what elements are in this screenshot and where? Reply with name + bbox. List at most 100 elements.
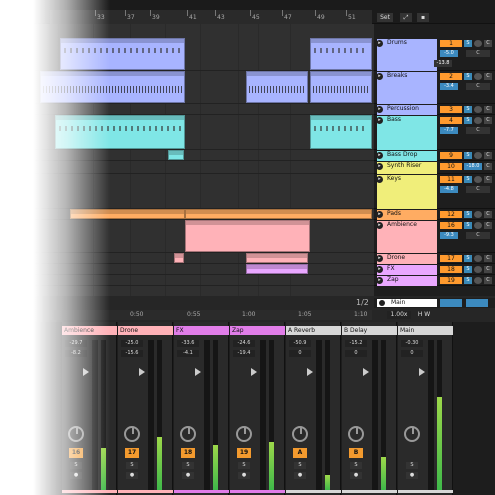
track-volume[interactable]: -9.3 <box>440 232 458 239</box>
track-header[interactable]: Ambience ▸ 16 S C -9.3 C <box>374 220 495 253</box>
volume-fader[interactable] <box>316 340 322 490</box>
monitor-button[interactable]: C <box>484 163 492 170</box>
pan-knob[interactable] <box>236 426 252 442</box>
monitor-button[interactable]: C <box>484 277 492 284</box>
track-header[interactable]: Bass ▸ 4 S C -7.7 C <box>374 115 495 150</box>
volume-fader[interactable] <box>204 340 210 490</box>
fold-icon[interactable]: ▸ <box>376 73 383 80</box>
track-header[interactable]: FX ▸ 18 S C <box>374 264 495 275</box>
track-header[interactable]: Pads ▸ 12 S C <box>374 209 495 220</box>
clip[interactable] <box>40 71 185 103</box>
track-number[interactable]: 12 <box>440 211 462 218</box>
pan-knob[interactable] <box>180 426 196 442</box>
fold-icon[interactable]: ▸ <box>376 106 383 113</box>
fold-icon[interactable]: ▸ <box>376 117 383 124</box>
monitor-button[interactable]: C <box>484 106 492 113</box>
monitor-button[interactable]: C <box>484 117 492 124</box>
track-name[interactable]: Percussion <box>377 105 437 115</box>
solo-button[interactable]: S <box>182 462 194 469</box>
monitor-button[interactable]: C <box>484 152 492 159</box>
main-track-row[interactable]: Main <box>374 298 495 308</box>
solo-button[interactable]: S <box>464 40 472 47</box>
solo-button[interactable]: S <box>350 462 362 469</box>
track-number[interactable]: 4 <box>440 117 462 124</box>
fader-handle[interactable] <box>139 368 145 376</box>
pan-knob[interactable] <box>404 426 420 442</box>
track-volume[interactable]: -4.8 <box>440 186 458 193</box>
solo-button[interactable]: S <box>464 277 472 284</box>
clip[interactable] <box>55 115 185 149</box>
strip-volume[interactable]: -19.4 <box>233 350 255 357</box>
arm-button[interactable] <box>474 277 482 284</box>
arm-button[interactable] <box>474 211 482 218</box>
strip-volume[interactable]: -4.1 <box>177 350 199 357</box>
main-fold-icon[interactable] <box>379 300 385 306</box>
arm-button[interactable]: ● <box>238 472 250 479</box>
solo-button[interactable]: S <box>464 106 472 113</box>
track-name[interactable]: Drone <box>377 254 437 264</box>
solo-button[interactable]: S <box>464 176 472 183</box>
clip[interactable] <box>185 209 372 219</box>
zoom-display[interactable]: 1.00x <box>387 311 411 319</box>
clip[interactable] <box>246 71 308 103</box>
track-name[interactable]: Zap <box>377 276 437 286</box>
strip-title[interactable]: Main <box>398 326 453 335</box>
track-number[interactable]: 11 <box>440 176 462 183</box>
main-track-name[interactable]: Main <box>377 299 437 307</box>
pan-knob[interactable] <box>292 426 308 442</box>
solo-button[interactable]: S <box>126 462 138 469</box>
fold-icon[interactable]: ▸ <box>376 255 383 262</box>
arm-button[interactable] <box>474 73 482 80</box>
main-vol-box[interactable] <box>440 299 462 307</box>
lock-icon[interactable]: ▪ <box>417 13 429 22</box>
solo-button[interactable]: S <box>464 222 472 229</box>
track-name[interactable]: Pads <box>377 210 437 220</box>
track-crossfade[interactable]: C <box>466 127 490 134</box>
track-volume[interactable]: -5.0 <box>440 50 458 57</box>
arm-button[interactable] <box>474 106 482 113</box>
time-ruler[interactable]: 0:50 0:55 1:00 1:05 1:10 <box>50 310 372 320</box>
clip[interactable] <box>60 38 185 70</box>
strip-volume[interactable]: -15.6 <box>121 350 143 357</box>
track-name[interactable]: Ambience <box>377 221 437 253</box>
monitor-button[interactable]: C <box>484 211 492 218</box>
solo-button[interactable]: S <box>464 73 472 80</box>
strip-title[interactable]: FX <box>174 326 229 335</box>
track-volume[interactable]: -7.7 <box>440 127 458 134</box>
set-button[interactable]: Set <box>377 13 393 22</box>
track-number[interactable]: 18 <box>440 266 462 273</box>
volume-fader[interactable] <box>148 340 154 490</box>
track-number[interactable]: 3 <box>440 106 462 113</box>
fader-handle[interactable] <box>419 368 425 376</box>
arm-button[interactable] <box>474 255 482 262</box>
fader-handle[interactable] <box>195 368 201 376</box>
monitor-button[interactable]: C <box>484 266 492 273</box>
track-header[interactable]: Synth Riser▸10SC-18.0 <box>374 161 495 174</box>
clip[interactable] <box>70 209 185 219</box>
volume-fader[interactable] <box>428 340 434 490</box>
track-number[interactable]: 16 <box>440 222 462 229</box>
clip[interactable] <box>246 253 308 263</box>
track-header[interactable]: Zap ▸ 19 S C <box>374 275 495 286</box>
monitor-button[interactable]: C <box>484 73 492 80</box>
fold-icon[interactable]: ▸ <box>376 222 383 229</box>
track-crossfade[interactable]: C <box>466 232 490 239</box>
track-header[interactable]: Percussion ▸ 3 S C <box>374 104 495 115</box>
strip-volume[interactable]: -8.2 <box>65 350 87 357</box>
fader-handle[interactable] <box>251 368 257 376</box>
arm-button[interactable] <box>474 176 482 183</box>
track-volume[interactable]: -18.0 <box>464 163 482 170</box>
fold-icon[interactable]: ▸ <box>376 163 383 170</box>
pan-knob[interactable] <box>124 426 140 442</box>
solo-button[interactable]: S <box>294 462 306 469</box>
track-number[interactable]: 17 <box>440 255 462 262</box>
timeline-ruler[interactable]: 33 37 39 41 43 45 47 49 51 <box>50 10 372 24</box>
volume-fader[interactable] <box>372 340 378 490</box>
track-header[interactable]: Keys ▸ 11 S C -4.8 C <box>374 174 495 209</box>
strip-volume[interactable]: 0 <box>345 350 367 357</box>
track-number[interactable]: 1 <box>440 40 462 47</box>
main-pan-box[interactable] <box>466 299 488 307</box>
track-header[interactable]: Drums ▸ 1 S C -5.0 -13.8 C <box>374 38 495 71</box>
arm-button[interactable]: ● <box>350 472 362 479</box>
arm-button[interactable]: ● <box>126 472 138 479</box>
